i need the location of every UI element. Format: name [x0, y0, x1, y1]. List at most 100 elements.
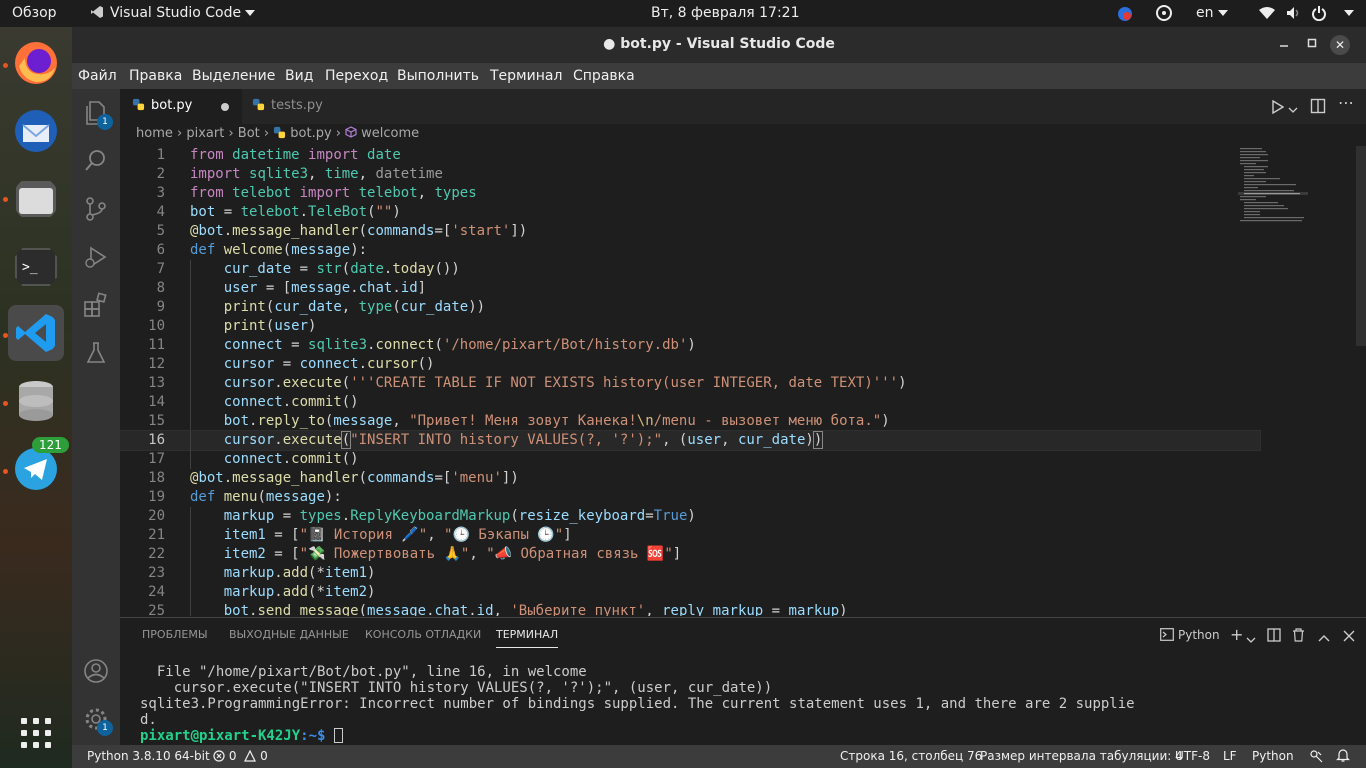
code-editor[interactable]: 1 from datetime import date 2 import sqlit…: [120, 146, 1366, 616]
dock-thunderbird[interactable]: [8, 103, 64, 159]
tab-problems[interactable]: ПРОБЛЕМЫ: [142, 628, 208, 641]
notifications-icon[interactable]: [1336, 748, 1350, 766]
run-options-chevron-icon[interactable]: [1288, 100, 1298, 119]
clock[interactable]: Вт, 8 февраля 17:21: [651, 5, 799, 21]
dock-telegram[interactable]: 121: [8, 437, 69, 497]
breadcrumb-file[interactable]: bot.py: [290, 126, 331, 141]
code-line[interactable]: from telebot import telebot, types: [190, 184, 477, 203]
menu-view[interactable]: Вид: [285, 68, 313, 84]
menu-selection[interactable]: Выделение: [192, 68, 275, 84]
source-control-button[interactable]: [82, 195, 110, 223]
breadcrumb-bot[interactable]: Bot: [238, 126, 260, 141]
code-line[interactable]: import sqlite3, time, datetime: [190, 165, 443, 184]
testing-button[interactable]: [82, 339, 110, 367]
code-line[interactable]: @bot.message_handler(commands=['start']): [190, 222, 527, 241]
breadcrumb-home[interactable]: home: [136, 126, 173, 141]
terminal-dropdown-chevron-icon[interactable]: [1246, 630, 1256, 649]
run-debug-button[interactable]: [82, 243, 110, 271]
line-number: 9: [156, 299, 165, 315]
code-line[interactable]: print(cur_date, type(cur_date)): [190, 298, 485, 317]
vertical-scrollbar[interactable]: [1356, 146, 1366, 346]
code-line[interactable]: connect = sqlite3.connect('/home/pixart/…: [190, 336, 696, 355]
encoding[interactable]: UTF-8: [1175, 749, 1210, 763]
tab-terminal[interactable]: ТЕРМИНАЛ: [496, 628, 559, 648]
terminal-prompt[interactable]: pixart@pixart-K42JY:~$: [140, 728, 343, 744]
volume-icon[interactable]: [1286, 6, 1302, 24]
more-actions-button[interactable]: ⋯: [1338, 93, 1354, 112]
cursor-position[interactable]: Строка 16, столбец 76: [840, 749, 982, 763]
app-menu[interactable]: Visual Studio Code: [90, 5, 256, 21]
tab-bot-py[interactable]: bot.py: [120, 89, 242, 124]
code-line[interactable]: cur_date = str(date.today()): [190, 260, 460, 279]
tab-debug-console[interactable]: КОНСОЛЬ ОТЛАДКИ: [365, 628, 481, 641]
language-mode[interactable]: Python: [1252, 749, 1294, 763]
code-line[interactable]: connect.commit(): [190, 393, 359, 412]
power-icon[interactable]: [1312, 5, 1326, 25]
menu-help[interactable]: Справка: [573, 68, 635, 84]
explorer-button[interactable]: 1: [82, 99, 113, 130]
code-line[interactable]: def menu(message):: [190, 488, 342, 507]
show-apps-button[interactable]: [8, 705, 64, 761]
code-line[interactable]: print(user): [190, 317, 317, 336]
indentation[interactable]: Размер интервала табуляции: 4: [980, 749, 1183, 763]
code-line[interactable]: connect.commit(): [190, 450, 359, 469]
code-line[interactable]: def welcome(message):: [190, 241, 367, 260]
kill-terminal-button[interactable]: [1292, 627, 1305, 646]
accounts-button[interactable]: [82, 657, 110, 685]
menu-file[interactable]: Файл: [78, 68, 117, 84]
activities-button[interactable]: Обзор: [12, 5, 57, 21]
code-line[interactable]: cursor = connect.cursor(): [190, 355, 435, 374]
code-line[interactable]: bot.send_message(message.chat.id, 'Выбер…: [190, 602, 848, 616]
code-line[interactable]: user = [message.chat.id]: [190, 279, 426, 298]
code-line[interactable]: bot = telebot.TeleBot(""): [190, 203, 401, 222]
end-of-line[interactable]: LF: [1223, 749, 1237, 763]
code-line[interactable]: markup.add(*item2): [190, 583, 376, 602]
feedback-icon[interactable]: [1309, 749, 1323, 766]
minimize-button[interactable]: [1279, 37, 1289, 51]
code-line[interactable]: markup = types.ReplyKeyboardMarkup(resiz…: [190, 507, 696, 526]
wifi-icon[interactable]: [1258, 6, 1276, 24]
dock-firefox[interactable]: [8, 35, 64, 91]
search-button[interactable]: [82, 147, 110, 175]
code-line[interactable]: bot.reply_to(message, "Привет! Меня зову…: [190, 412, 890, 431]
tab-output[interactable]: ВЫХОДНЫЕ ДАННЫЕ: [229, 628, 349, 641]
dock-vscode[interactable]: [8, 305, 64, 361]
extensions-button[interactable]: [82, 291, 110, 319]
keyboard-layout[interactable]: en: [1196, 5, 1228, 21]
notification-indicator-icon[interactable]: [1116, 5, 1134, 27]
close-panel-button[interactable]: [1343, 627, 1355, 646]
code-line[interactable]: @bot.message_handler(commands=['menu']): [190, 469, 519, 488]
breadcrumb-symbol[interactable]: welcome: [361, 126, 419, 141]
split-terminal-button[interactable]: [1267, 627, 1281, 646]
maximize-panel-button[interactable]: [1318, 628, 1330, 647]
menu-run[interactable]: Выполнить: [397, 68, 479, 84]
minimap[interactable]: [1238, 146, 1308, 226]
dock-database[interactable]: [8, 373, 64, 429]
code-line[interactable]: markup.add(*item1): [190, 564, 376, 583]
dock-terminal[interactable]: >_: [8, 239, 64, 295]
dock-files[interactable]: [8, 171, 64, 227]
terminal-shell-selector[interactable]: Python: [1160, 628, 1220, 642]
new-terminal-button[interactable]: +: [1230, 625, 1243, 644]
code-line[interactable]: cursor.execute('''CREATE TABLE IF NOT EX…: [190, 374, 907, 393]
menu-terminal[interactable]: Терминал: [490, 68, 562, 84]
menu-go[interactable]: Переход: [325, 68, 388, 84]
run-file-button[interactable]: [1272, 99, 1285, 118]
problems-indicator[interactable]: 0 0: [213, 749, 268, 763]
split-editor-button[interactable]: [1310, 98, 1326, 118]
prompt-user: pixart@pixart-K42JY: [140, 728, 301, 744]
system-menu-arrow[interactable]: [1340, 5, 1354, 21]
close-button[interactable]: ✕: [1330, 35, 1350, 55]
code-line[interactable]: cursor.execute("INSERT INTO history VALU…: [190, 431, 824, 450]
manage-button[interactable]: 1: [82, 705, 113, 736]
title-bar[interactable]: ● bot.py - Visual Studio Code ✕: [72, 27, 1366, 63]
tab-tests-py[interactable]: tests.py: [242, 89, 372, 124]
breadcrumb-pixart[interactable]: pixart: [186, 126, 224, 141]
tray-icon[interactable]: [1156, 5, 1172, 25]
python-interpreter[interactable]: Python 3.8.10 64-bit: [87, 749, 210, 763]
maximize-button[interactable]: [1307, 37, 1317, 51]
menu-edit[interactable]: Правка: [129, 68, 182, 84]
code-line[interactable]: item1 = ["📓 История 🖊️", "🕒 Бэкапы 🕒"]: [190, 526, 572, 545]
code-line[interactable]: from datetime import date: [190, 146, 401, 165]
code-line[interactable]: item2 = ["💸 Пожертвовать 🙏", "📣 Обратная…: [190, 545, 682, 564]
